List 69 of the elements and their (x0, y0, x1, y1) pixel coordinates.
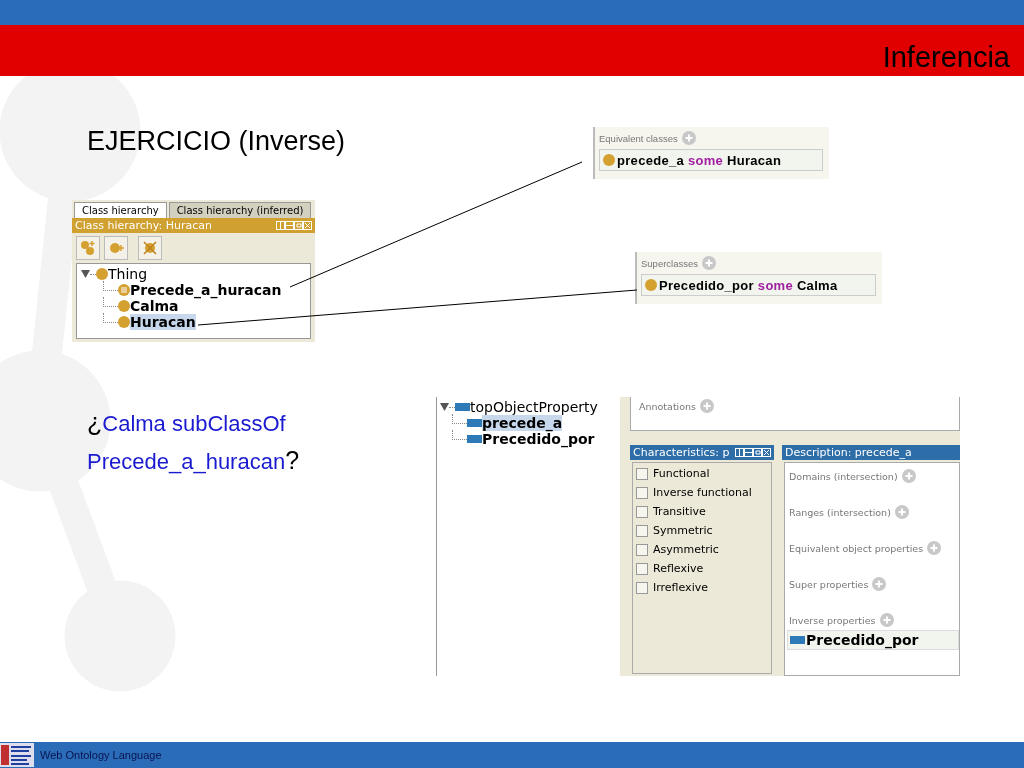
class-icon (96, 268, 108, 280)
add-icon (879, 613, 894, 627)
expanded-triangle-icon (81, 270, 90, 278)
property-icon (467, 419, 482, 427)
add-icon (681, 131, 696, 145)
checkbox[interactable] (636, 467, 648, 480)
checkbox-option[interactable]: Transitive (636, 505, 768, 518)
checkbox[interactable] (636, 486, 648, 499)
tab[interactable]: Class hierarchy (74, 202, 167, 218)
exercise-title: EJERCICIO (Inverse) (87, 126, 346, 157)
property-item[interactable]: Precedido_por (787, 630, 959, 650)
property-icon (455, 403, 470, 411)
checkbox-option[interactable]: Inverse functional (636, 486, 768, 499)
panel-title: Class hierarchy: Huracan (75, 219, 212, 232)
add-icon (702, 256, 717, 270)
class-icon (118, 300, 130, 312)
checkbox[interactable] (636, 524, 648, 537)
panel-title: Description: precede_a (785, 446, 912, 459)
tree-item[interactable]: Precedido_por (482, 431, 595, 447)
question-text: ¿Calma subClassOf Precede_a_huracan? (87, 407, 301, 476)
property-icon (467, 435, 482, 443)
add-subclass-icon (80, 240, 96, 256)
checkbox-option[interactable]: Reflexive (636, 562, 768, 575)
section-label: Annotations (639, 399, 951, 413)
checkbox-option[interactable]: Symmetric (636, 524, 768, 537)
tree-item[interactable]: topObjectProperty (470, 399, 598, 415)
section-label: Equivalent classes (599, 131, 823, 145)
class-expression[interactable]: Precedido_por some Calma (641, 274, 876, 296)
checkbox-option[interactable]: Asymmetric (636, 543, 768, 556)
delete-class-button[interactable] (138, 236, 162, 260)
panel-controls-icon (276, 221, 312, 230)
checkbox-option[interactable]: Functional (636, 467, 768, 480)
panel-controls-icon (735, 448, 771, 457)
add-icon (872, 577, 887, 591)
tree-item[interactable]: precede_a (482, 415, 563, 431)
section-label: Inverse properties (789, 613, 955, 627)
checkbox-option[interactable]: Irreflexive (636, 581, 768, 594)
add-sibling-icon (108, 240, 124, 256)
class-icon (118, 316, 130, 328)
property-icon (790, 636, 805, 644)
add-subclass-button[interactable] (76, 236, 100, 260)
add-icon (927, 541, 942, 555)
delete-class-icon (142, 240, 158, 256)
checkbox[interactable] (636, 581, 648, 594)
expanded-triangle-icon (440, 403, 449, 411)
slide-title: Inferencia (882, 41, 1010, 74)
tab[interactable]: Class hierarchy (inferred) (168, 202, 312, 218)
tree-item[interactable]: Precede_a_huracan (130, 282, 282, 298)
section-label: Ranges (intersection) (789, 505, 955, 519)
add-icon (901, 469, 916, 483)
defined-class-icon (118, 284, 130, 296)
checkbox[interactable] (636, 505, 648, 518)
section-label: Equivalent object properties (789, 541, 955, 555)
section-label: Super properties (789, 577, 955, 591)
add-icon (894, 505, 909, 519)
footer-text: Web Ontology Language (40, 749, 162, 761)
checkbox[interactable] (636, 562, 648, 575)
class-icon (603, 154, 615, 166)
section-label: Domains (intersection) (789, 469, 955, 483)
tree-item[interactable]: Calma (130, 298, 179, 314)
add-sibling-button[interactable] (104, 236, 128, 260)
checkbox[interactable] (636, 543, 648, 556)
section-label: Superclasses (641, 256, 876, 270)
logo-icon (0, 743, 34, 767)
tree-item[interactable]: Huracan (130, 314, 196, 330)
panel-title: Characteristics: p (633, 446, 730, 459)
class-icon (645, 279, 657, 291)
tree-item[interactable]: Thing (108, 266, 148, 282)
class-expression[interactable]: precede_a some Huracan (599, 149, 823, 171)
